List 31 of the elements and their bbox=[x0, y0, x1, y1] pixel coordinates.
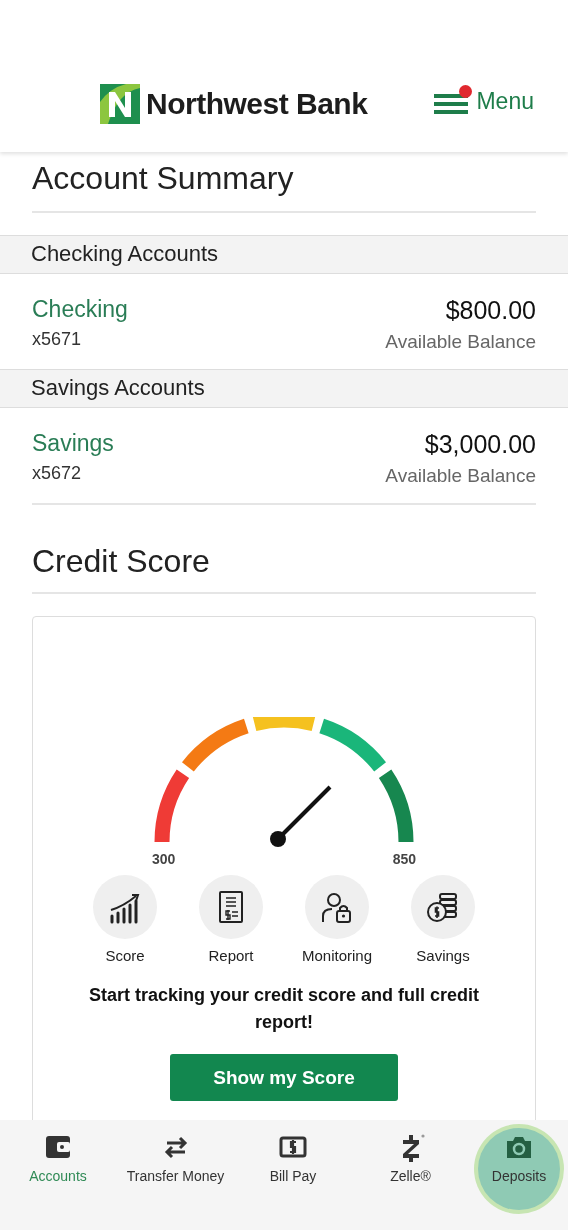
feature-label: Savings bbox=[416, 947, 470, 964]
promo-text: Start tracking your credit score and full credit report! bbox=[87, 984, 481, 1034]
balance-caption: Available Balance bbox=[385, 331, 536, 353]
section-header: Savings Accounts bbox=[0, 369, 568, 408]
person-lock-icon bbox=[320, 890, 354, 924]
account-number: x5672 bbox=[32, 463, 83, 484]
gauge-max-label: 850 bbox=[392, 851, 416, 867]
page-title: Account Summary bbox=[32, 152, 536, 213]
feature-label: Report bbox=[208, 947, 254, 964]
feature-label: Monitoring bbox=[302, 947, 373, 964]
account-name[interactable]: Savings bbox=[32, 430, 114, 457]
tab-item[interactable]: Bill Pay bbox=[243, 1128, 343, 1210]
menu-button[interactable]: Menu bbox=[434, 88, 534, 115]
logo-icon bbox=[100, 84, 140, 124]
account-balance: $800.00 bbox=[445, 296, 536, 325]
account-row[interactable]: Checking x5671 $800.00 Available Balance bbox=[0, 274, 568, 369]
coins-icon bbox=[426, 890, 460, 924]
tab-item[interactable]: Transfer Money bbox=[125, 1128, 226, 1210]
tab-item[interactable]: Accounts bbox=[8, 1128, 108, 1210]
account-balance: $3,000.00 bbox=[424, 430, 536, 459]
section-title: Credit Score bbox=[32, 529, 536, 594]
tab-item[interactable]: Zelle® bbox=[360, 1128, 461, 1210]
account-row[interactable]: Savings x5672 $3,000.00 Available Balance bbox=[0, 408, 568, 503]
show-score-button[interactable]: Show my Score bbox=[170, 1054, 398, 1101]
account-name[interactable]: Checking bbox=[32, 296, 128, 323]
gauge-min-label: 300 bbox=[152, 851, 176, 867]
brand-name: Northwest Bank bbox=[146, 87, 368, 121]
account-number: x5671 bbox=[32, 329, 83, 350]
feature-label: Score bbox=[105, 947, 145, 964]
section-header: Checking Accounts bbox=[0, 235, 568, 274]
balance-caption: Available Balance bbox=[385, 465, 536, 487]
